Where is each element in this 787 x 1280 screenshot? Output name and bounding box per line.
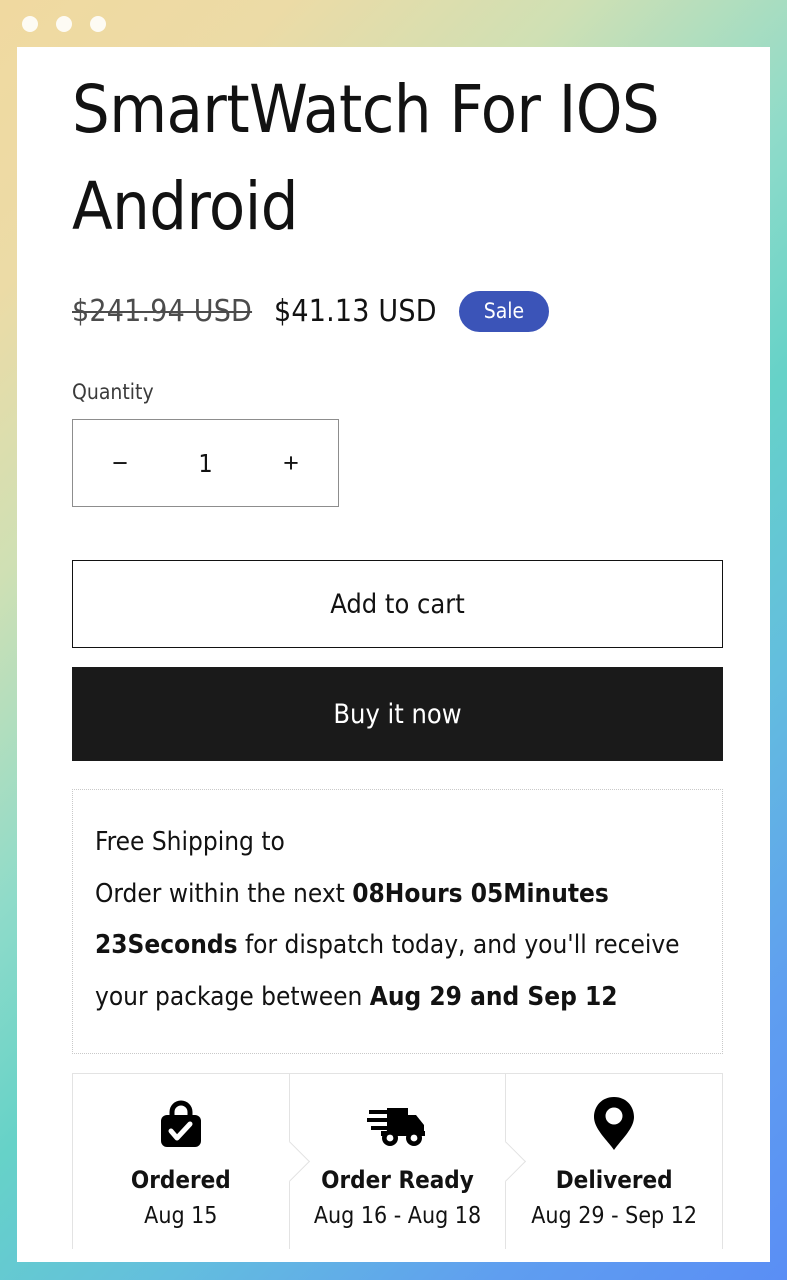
step-label: Order Ready [321,1166,474,1194]
quantity-label: Quantity [72,380,154,405]
shipping-line-prefix: Order within the next [95,878,353,909]
delivery-range: Aug 29 and Sep 12 [369,981,618,1012]
current-price: $41.13 USD [274,294,437,330]
window-minimize-dot[interactable] [56,15,72,32]
step-delivered: Delivered Aug 29 - Sep 12 [505,1074,723,1249]
step-label: Ordered [130,1166,231,1194]
shipping-heading: Free Shipping to [95,827,285,858]
delivery-truck-icon [366,1096,429,1152]
shipping-countdown-text: Order within the next 08Hours 05Minutes … [95,869,700,1023]
step-label: Delivered [555,1166,673,1194]
order-progress-steps: Ordered Aug 15 Order Ready Aug 16 - Aug … [72,1073,723,1249]
step-date: Aug 15 [144,1203,218,1229]
compare-at-price: $241.94 USD [72,294,253,330]
product-page-card: SmartWatch For IOS Android $241.94 USD $… [17,47,770,1262]
page-title: SmartWatch For IOS Android [72,71,660,246]
browser-chrome-bar [0,0,787,47]
add-to-cart-button[interactable]: Add to cart [72,560,723,649]
quantity-decrease-button[interactable]: − [101,449,139,477]
shopping-bag-check-icon [155,1096,207,1152]
status-badge: Sale [458,291,550,333]
buy-it-now-button[interactable]: Buy it now [72,667,723,762]
step-date: Aug 16 - Aug 18 [313,1203,482,1229]
window-close-dot[interactable] [22,15,38,32]
step-order-ready: Order Ready Aug 16 - Aug 18 [288,1074,527,1249]
step-ordered: Ordered Aug 15 [73,1074,310,1249]
quantity-stepper[interactable]: − 1 + [72,419,339,508]
location-pin-icon [592,1096,636,1152]
step-date: Aug 29 - Sep 12 [531,1203,698,1229]
free-shipping-box: Free Shipping to Order within the next 0… [72,789,723,1054]
quantity-increase-button[interactable]: + [272,449,310,477]
window-maximize-dot[interactable] [90,15,106,32]
price-row: $241.94 USD $41.13 USD Sale [72,291,715,333]
quantity-value[interactable]: 1 [198,449,212,478]
